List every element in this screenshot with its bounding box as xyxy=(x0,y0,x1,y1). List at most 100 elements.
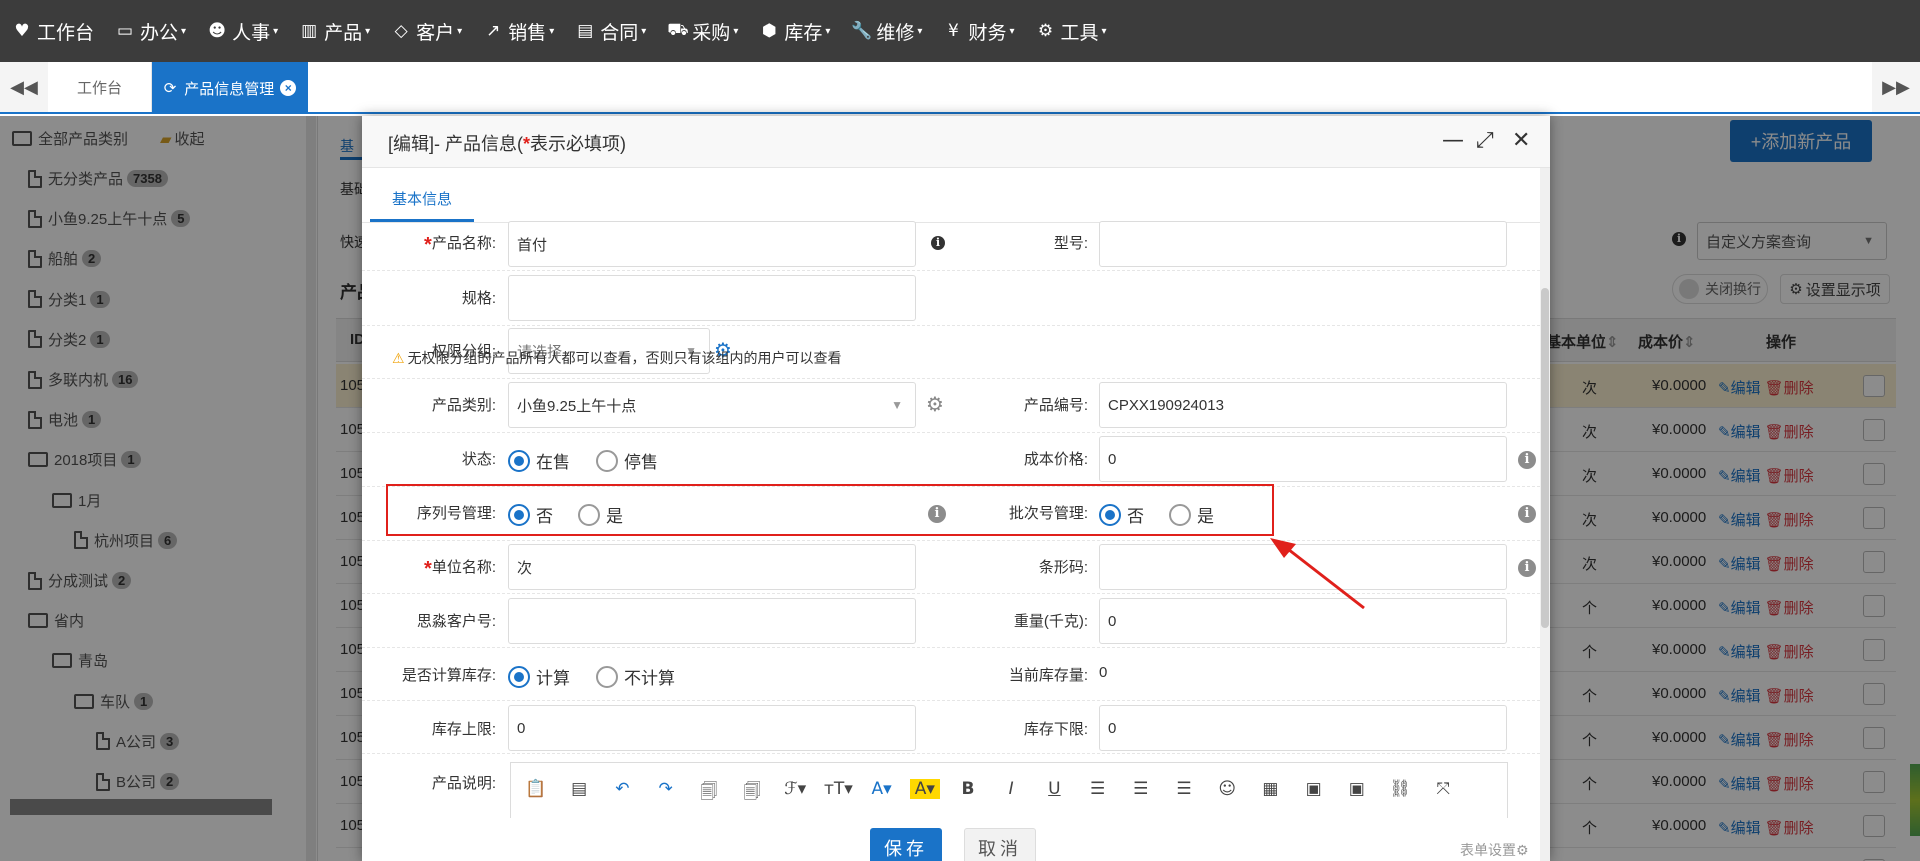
nav-item-4[interactable]: ◇ 客户 ▾ xyxy=(391,18,463,45)
cost-price-input[interactable]: 0 xyxy=(1099,436,1507,482)
nav-item-10[interactable]: ¥ 财务 ▾ xyxy=(943,18,1014,45)
tab-close-icon[interactable]: × xyxy=(280,80,297,96)
dialog-scrollbar[interactable] xyxy=(1540,168,1550,861)
unit-name-input[interactable]: 次 xyxy=(508,544,916,590)
row-divider xyxy=(362,432,1540,433)
link-icon[interactable]: ⛓ xyxy=(1385,779,1415,799)
tab-scroll-left-icon[interactable]: ◀◀ xyxy=(0,62,48,112)
tab-bar: ◀◀ 工作台 ⟳ 产品信息管理 × ▶▶ xyxy=(0,62,1920,114)
stock-lower-label: 库存下限: xyxy=(1023,721,1088,738)
nav-item-label: 办公 xyxy=(140,22,179,44)
current-stock-value: 0 xyxy=(1099,664,1108,681)
insert-image-icon[interactable]: ▣ xyxy=(1299,779,1329,799)
paste-word-icon[interactable]: 🗐 xyxy=(694,779,724,808)
annotation-arrow xyxy=(1270,538,1365,610)
minimize-icon[interactable]: — xyxy=(1442,128,1464,153)
users-icon: ☻ xyxy=(208,21,226,41)
nav-item-11[interactable]: ⚙ 工具 ▾ xyxy=(1035,18,1107,45)
dialog-title: [编辑]- 产品信息(*表示必填项) xyxy=(388,134,627,154)
align-center-icon[interactable]: ☰ xyxy=(1126,779,1156,799)
font-size-icon[interactable]: тT▾ xyxy=(823,779,853,799)
row-divider xyxy=(362,753,1540,754)
nav-item-3[interactable]: ▥ 产品 ▾ xyxy=(299,18,370,45)
radio-checked xyxy=(508,665,530,688)
align-left-icon[interactable]: ☰ xyxy=(1083,779,1113,799)
dialog-header: [编辑]- 产品信息(*表示必填项) — ⤢ ✕ xyxy=(362,116,1550,168)
tab-basic-info[interactable]: 基本信息 xyxy=(370,178,474,222)
nav-item-7[interactable]: ⛟ 采购 ▾ xyxy=(667,18,738,45)
calc-stock-yes-radio[interactable]: 计算 xyxy=(508,664,570,689)
gear-icon: ⚙ xyxy=(1516,843,1529,859)
font-family-icon[interactable]: ℱ▾ xyxy=(780,779,810,799)
row-divider xyxy=(362,325,1540,326)
bold-icon[interactable]: B xyxy=(953,779,983,799)
model-input[interactable] xyxy=(1099,221,1507,267)
status-on-sale-radio[interactable]: 在售 xyxy=(508,448,570,473)
customer-number-input[interactable] xyxy=(508,598,916,644)
warning-icon: ⚠ xyxy=(392,351,405,367)
nav-item-label: 合同 xyxy=(600,22,639,44)
underline-icon[interactable]: U xyxy=(1039,779,1069,799)
info-icon[interactable]: i xyxy=(1518,559,1536,577)
nav-item-2[interactable]: ☻ 人事 ▾ xyxy=(207,18,278,45)
caret-down-icon: ▾ xyxy=(825,25,831,37)
table-icon[interactable]: ▦ xyxy=(1255,779,1285,799)
nav-item-label: 人事 xyxy=(232,22,271,44)
spec-input[interactable] xyxy=(508,275,916,321)
form-settings-link[interactable]: 表单设置⚙ xyxy=(1460,840,1529,860)
nav-item-6[interactable]: ▤ 合同 ▾ xyxy=(575,18,646,45)
annotation-highlight-box xyxy=(386,484,1274,536)
paste-plain-icon[interactable]: 🗐 xyxy=(737,779,767,808)
chevron-down-icon: ▼ xyxy=(891,398,903,412)
cancel-button[interactable]: 取消 xyxy=(964,828,1036,861)
stock-lower-input[interactable]: 0 xyxy=(1099,705,1507,751)
nav-item-0[interactable]: ♥ 工作台 xyxy=(12,18,94,45)
redo-icon[interactable]: ↷ xyxy=(651,779,681,799)
rich-text-editor-toolbar: 📋 ▤ ↶ ↷ 🗐 🗐 ℱ▾ тT▾ A▾ A▾ B I U ☰ ☰ ☰ ☺ ▦ ▣ ▣ ⛓ ⤧ xyxy=(510,762,1508,818)
paste-text-icon[interactable]: ▤ xyxy=(564,779,594,799)
calc-stock-no-radio[interactable]: 不计算 xyxy=(596,664,675,689)
italic-icon[interactable]: I xyxy=(996,779,1026,799)
maximize-icon[interactable]: ⤢ xyxy=(1476,128,1494,153)
cubes-icon: ⬢ xyxy=(761,21,777,41)
tab-workbench[interactable]: 工作台 xyxy=(48,62,152,112)
product-code-label: 产品编号: xyxy=(1023,397,1088,414)
gear-icon: ⚙ xyxy=(1037,21,1054,41)
paste-icon[interactable]: 📋 xyxy=(521,779,551,799)
save-button[interactable]: 保存 xyxy=(870,828,942,861)
multi-image-icon[interactable]: ▣ xyxy=(1342,779,1372,799)
emoticon-icon[interactable]: ☺ xyxy=(1212,779,1242,799)
tab-product-info-management[interactable]: ⟳ 产品信息管理 × xyxy=(152,62,308,114)
product-code-input[interactable]: CPXX190924013 xyxy=(1099,382,1507,428)
tab-scroll-right-icon[interactable]: ▶▶ xyxy=(1872,62,1920,112)
product-name-input[interactable]: 首付 xyxy=(508,221,916,267)
category-select[interactable]: 小鱼9.25上午十点 ▼ xyxy=(508,382,916,428)
font-color-icon[interactable]: A▾ xyxy=(867,779,897,799)
laptop-icon: ▭ xyxy=(116,21,134,41)
category-settings-gear-icon[interactable]: ⚙ xyxy=(926,392,944,416)
stock-upper-input[interactable]: 0 xyxy=(508,705,916,751)
fullscreen-icon[interactable]: ⤧ xyxy=(1428,779,1458,799)
nav-item-label: 采购 xyxy=(692,22,731,44)
nav-item-5[interactable]: ↗ 销售 ▾ xyxy=(483,18,554,45)
caret-down-icon: ▾ xyxy=(273,25,279,37)
info-icon[interactable]: i xyxy=(1518,505,1536,523)
scrollbar-thumb[interactable] xyxy=(1541,288,1549,628)
tab-label: 产品信息管理 xyxy=(184,80,275,98)
status-stopped-radio[interactable]: 停售 xyxy=(596,448,658,473)
align-right-icon[interactable]: ☰ xyxy=(1169,779,1199,799)
row-divider xyxy=(362,647,1540,648)
info-icon[interactable]: i xyxy=(1518,451,1536,469)
refresh-icon[interactable]: ⟳ xyxy=(164,79,177,97)
background-color-icon[interactable]: A▾ xyxy=(909,779,940,799)
row-divider xyxy=(362,270,1540,271)
nav-item-9[interactable]: 🔧 维修 ▾ xyxy=(851,18,922,45)
radio-checked xyxy=(508,449,530,472)
close-icon[interactable]: ✕ xyxy=(1512,128,1530,153)
nav-item-1[interactable]: ▭ 办公 ▾ xyxy=(115,18,186,45)
caret-down-icon: ▾ xyxy=(457,25,463,37)
undo-icon[interactable]: ↶ xyxy=(607,779,637,799)
info-icon[interactable]: i xyxy=(931,236,945,250)
nav-item-8[interactable]: ⬢ 库存 ▾ xyxy=(759,18,830,45)
nav-item-label: 维修 xyxy=(876,22,915,44)
